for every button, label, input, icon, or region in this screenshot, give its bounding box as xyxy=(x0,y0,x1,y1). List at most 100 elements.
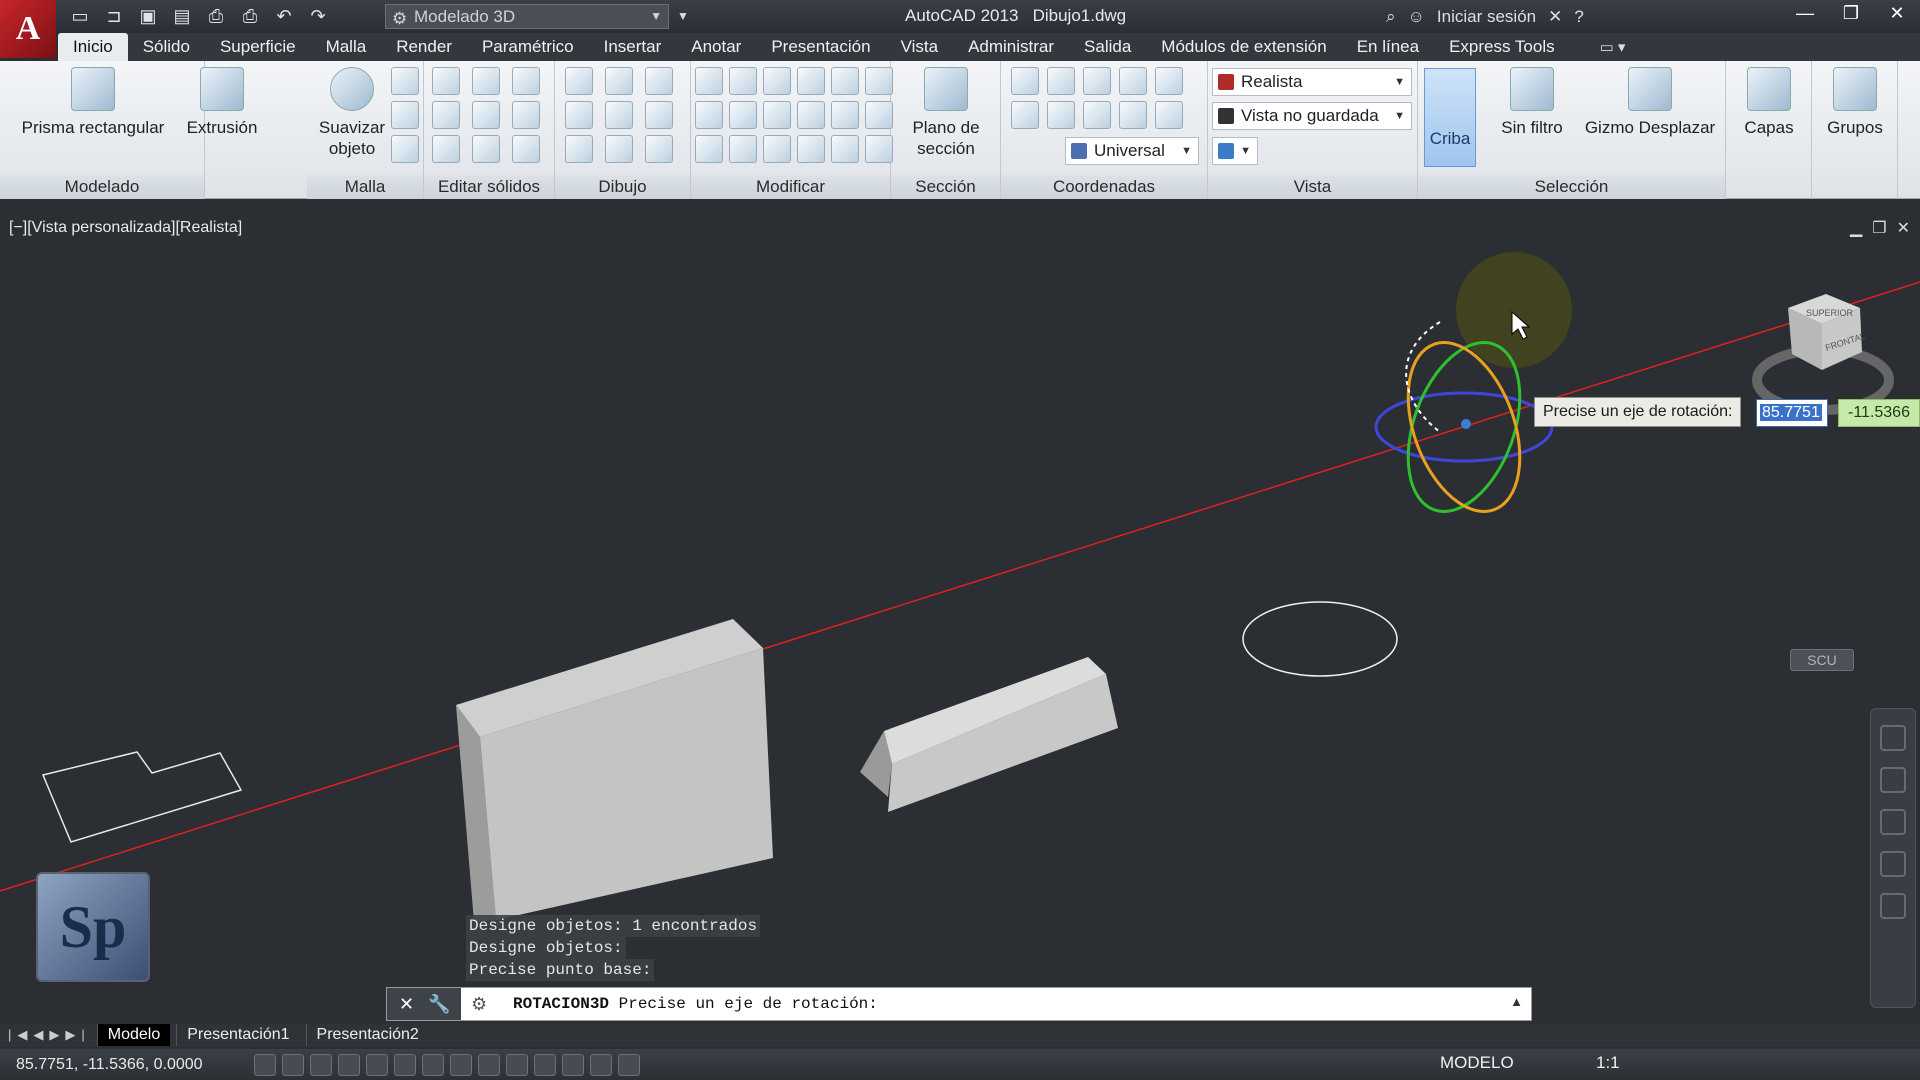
capas-button[interactable]: Capas xyxy=(1734,67,1804,138)
dynamic-input-y[interactable]: -11.5366 xyxy=(1838,399,1920,427)
rectangle-icon[interactable] xyxy=(605,135,633,163)
tab-salida[interactable]: Salida xyxy=(1069,33,1146,61)
model-space-toggle[interactable]: MODELO xyxy=(1440,1053,1514,1073)
prisma-rectangular-button[interactable]: Prisma rectangular xyxy=(18,67,168,138)
draw-tool-icon[interactable] xyxy=(645,67,673,95)
modify-tool-icon[interactable] xyxy=(729,135,757,163)
redo-icon[interactable]: ↷ xyxy=(304,3,332,29)
panel-title[interactable]: Modificar xyxy=(691,175,890,199)
spline-icon[interactable] xyxy=(565,101,593,129)
sin-filtro-button[interactable]: Sin filtro xyxy=(1492,67,1572,138)
open-file-icon[interactable]: ⊐ xyxy=(100,3,128,29)
move-icon[interactable] xyxy=(763,67,791,95)
infer-constraints-icon[interactable] xyxy=(254,1053,276,1076)
modify-tool-icon[interactable] xyxy=(831,67,859,95)
saved-view-combo[interactable]: Vista no guardada ▼ xyxy=(1212,102,1412,130)
viewport-controls-label[interactable]: [−][Vista personalizada][Realista] xyxy=(9,219,242,237)
suavizar-objeto-button[interactable]: Suavizar objeto xyxy=(317,67,387,159)
subtract-icon[interactable] xyxy=(432,101,460,129)
exchange-icon[interactable]: ✕ xyxy=(1548,7,1562,27)
modify-tool-icon[interactable] xyxy=(695,101,723,129)
undo-icon[interactable]: ↶ xyxy=(270,3,298,29)
new-file-icon[interactable]: ▭ xyxy=(66,3,94,29)
solid-tool-icon[interactable] xyxy=(512,101,540,129)
solid-tool-icon[interactable] xyxy=(512,135,540,163)
minimize-icon[interactable]: ▁ xyxy=(1850,218,1862,238)
criba-button[interactable]: Criba xyxy=(1424,68,1476,167)
mesh-tool-icon[interactable] xyxy=(391,101,419,129)
panel-title[interactable]: Sección xyxy=(891,175,1000,199)
3d-scene[interactable]: SUPERIOR FRONTAL xyxy=(0,212,1920,1015)
orbit-icon[interactable] xyxy=(1880,851,1906,877)
tab-superficie[interactable]: Superficie xyxy=(205,33,311,61)
steering-wheel-icon[interactable] xyxy=(1880,725,1906,751)
union-icon[interactable] xyxy=(432,67,460,95)
ucs-icon[interactable] xyxy=(1119,101,1147,129)
signin-button[interactable]: Iniciar sesión xyxy=(1437,7,1536,27)
mesh-tool-icon[interactable] xyxy=(391,135,419,163)
customize-qat-button[interactable]: ▼ xyxy=(673,4,693,29)
modify-tool-icon[interactable] xyxy=(695,135,723,163)
zoom-icon[interactable] xyxy=(1880,809,1906,835)
modify-tool-icon[interactable] xyxy=(865,101,893,129)
recent-commands-icon[interactable]: ⚙ xyxy=(471,994,487,1015)
modify-tool-icon[interactable] xyxy=(797,135,825,163)
tab-presentacion1[interactable]: Presentación1 xyxy=(176,1024,299,1046)
polar-icon[interactable] xyxy=(366,1053,388,1076)
modify-tool-icon[interactable] xyxy=(865,67,893,95)
ucs-icon[interactable] xyxy=(1155,67,1183,95)
gizmo-desplazar-button[interactable]: Gizmo Desplazar xyxy=(1580,67,1720,138)
close-icon[interactable]: ✕ xyxy=(399,994,414,1015)
close-button[interactable]: ✕ xyxy=(1874,0,1920,26)
ucs-icon[interactable] xyxy=(1155,101,1183,129)
ucs-combo[interactable]: Universal ▼ xyxy=(1065,137,1199,165)
panel-title[interactable]: Coordenadas xyxy=(1001,175,1207,199)
lineweight-icon[interactable] xyxy=(534,1053,556,1076)
workspace-dropdown[interactable]: ⚙ Modelado 3D ▼ xyxy=(385,4,669,29)
modify-tool-icon[interactable] xyxy=(797,67,825,95)
tab-presentación[interactable]: Presentación xyxy=(756,33,885,61)
tab-sólido[interactable]: Sólido xyxy=(128,33,205,61)
ucs-icon[interactable] xyxy=(1119,67,1147,95)
tab-vista[interactable]: Vista xyxy=(886,33,954,61)
tab-express-tools[interactable]: Express Tools xyxy=(1434,33,1570,61)
panel-title[interactable]: Dibujo xyxy=(555,175,690,199)
quick-properties-icon[interactable] xyxy=(590,1053,612,1076)
gizmo-center[interactable] xyxy=(1461,419,1471,429)
wire-profile[interactable] xyxy=(41,751,243,843)
tab-malla[interactable]: Malla xyxy=(311,33,382,61)
modify-tool-icon[interactable] xyxy=(797,101,825,129)
ucs-menu[interactable]: SCU xyxy=(1790,649,1854,671)
modify-tool-icon[interactable] xyxy=(729,67,757,95)
minimize-button[interactable]: — xyxy=(1782,0,1828,26)
ellipse-icon[interactable] xyxy=(645,135,673,163)
restore-button[interactable]: ❐ xyxy=(1828,0,1874,26)
panel-title[interactable]: Selección xyxy=(1418,175,1725,199)
plano-de-seccion-button[interactable]: Plano de sección xyxy=(903,67,989,159)
draw-tool-icon[interactable] xyxy=(605,67,633,95)
ucs-icon[interactable] xyxy=(1011,101,1039,129)
modify-tool-icon[interactable] xyxy=(695,67,723,95)
circle-icon[interactable] xyxy=(645,101,673,129)
osnap-icon[interactable] xyxy=(394,1053,416,1076)
tab-anotar[interactable]: Anotar xyxy=(676,33,756,61)
solid-tool-icon[interactable] xyxy=(472,101,500,129)
tab-inicio[interactable]: Inicio xyxy=(58,33,128,61)
ortho-icon[interactable] xyxy=(338,1053,360,1076)
ucs-icon[interactable] xyxy=(1083,101,1111,129)
wrench-icon[interactable]: 🔧 xyxy=(428,994,450,1015)
save-icon[interactable]: ▣ xyxy=(134,3,162,29)
binoculars-icon[interactable]: ⌕ xyxy=(1386,7,1396,27)
mesh-tool-icon[interactable] xyxy=(391,67,419,95)
pan-icon[interactable] xyxy=(1880,767,1906,793)
intersect-icon[interactable] xyxy=(432,135,460,163)
publish-icon[interactable]: ⎙ xyxy=(202,3,230,29)
autocad-app-button[interactable]: A xyxy=(0,0,56,58)
ucs-icon[interactable] xyxy=(1047,101,1075,129)
modify-tool-icon[interactable] xyxy=(831,101,859,129)
rotate-icon[interactable] xyxy=(763,101,791,129)
chevron-up-icon[interactable]: ▲ xyxy=(1510,994,1523,1009)
drawing-viewport[interactable]: SUPERIOR FRONTAL [−][Vista personalizada… xyxy=(0,212,1920,1015)
3dosnap-icon[interactable] xyxy=(422,1053,444,1076)
array-icon[interactable] xyxy=(831,135,859,163)
